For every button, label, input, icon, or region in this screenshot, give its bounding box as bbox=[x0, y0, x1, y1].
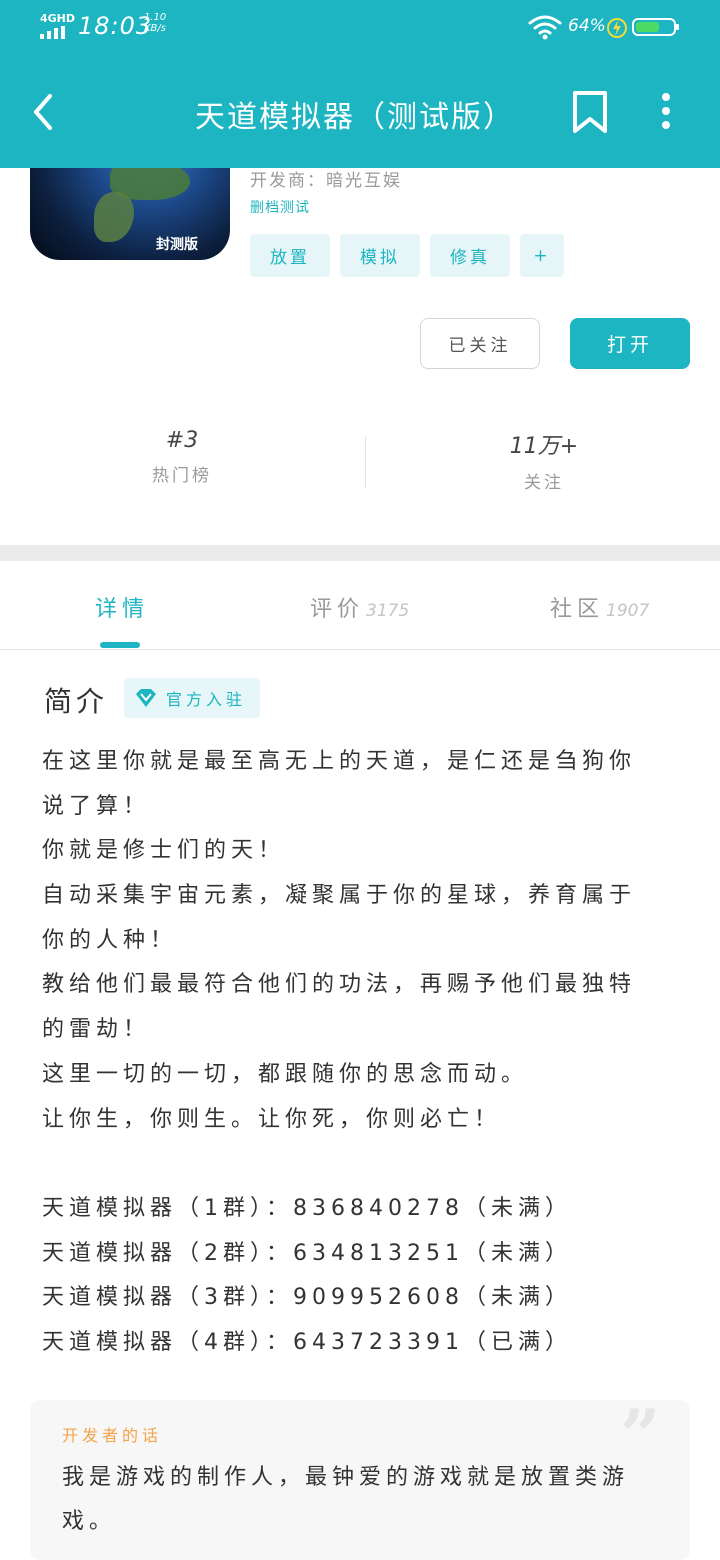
tab-community[interactable]: 社区 1907 bbox=[550, 591, 649, 623]
description-line: 的雷劫！ bbox=[42, 1017, 151, 1043]
description-line: 让你生，你则生。让你死，你则必亡！ bbox=[42, 1106, 502, 1132]
active-tab-indicator bbox=[100, 642, 140, 648]
section-divider bbox=[0, 545, 720, 561]
intro-heading: 简介 bbox=[44, 685, 109, 718]
developer-note-card: ” 开发者的话 我是游戏的制作人，最钟爱的游戏就是放置类游戏。 bbox=[30, 1394, 690, 1560]
battery-fill bbox=[636, 22, 660, 32]
description: 在这里你就是最至高无上的天道，是仁还是刍狗你 说了算！ 你就是修士们的天！ 自动… bbox=[42, 740, 672, 1366]
group-info-line: 天道模拟器（1群）：836840278（未满） bbox=[42, 1195, 572, 1221]
tag-idle[interactable]: 放置 bbox=[250, 234, 330, 277]
tab-community-label: 社区 bbox=[550, 597, 605, 622]
battery-percent: 64% bbox=[568, 16, 606, 36]
toolbar: 天道模拟器（测试版） bbox=[0, 56, 720, 168]
official-badge-label: 官方入驻 bbox=[166, 690, 247, 709]
app-header: 4GHD 18:03 1.10 KB/s 64% 天道模拟器（测试版） bbox=[0, 0, 720, 168]
planet-landmass bbox=[94, 192, 134, 242]
rank-value: #3 bbox=[165, 428, 199, 453]
status-time: 18:03 bbox=[78, 12, 153, 40]
description-line: 在这里你就是最至高无上的天道，是仁还是刍狗你 bbox=[42, 749, 637, 774]
description-line: 这里一切的一切，都跟随你的思念而动。 bbox=[42, 1061, 529, 1087]
diamond-icon bbox=[136, 689, 156, 707]
tag-cultivation[interactable]: 修真 bbox=[430, 234, 510, 277]
followers-value: 11万+ bbox=[509, 434, 579, 459]
description-line: 自动采集宇宙元素，凝聚属于你的星球，养育属于 bbox=[42, 883, 637, 909]
description-line: 你的人种！ bbox=[42, 927, 178, 953]
stats-divider bbox=[365, 436, 366, 488]
official-badge: 官方入驻 bbox=[124, 678, 260, 718]
icon-badge: 封测版 bbox=[156, 237, 198, 253]
tab-details-label: 详情 bbox=[95, 597, 150, 622]
tab-reviews-label: 评价 bbox=[310, 597, 365, 622]
developer-note-text: 我是游戏的制作人，最钟爱的游戏就是放置类游戏。 bbox=[62, 1465, 630, 1534]
description-line: 说了算！ bbox=[42, 793, 151, 819]
test-status-link[interactable]: 删档测试 bbox=[250, 197, 310, 217]
speed-value: 1.10 bbox=[144, 12, 167, 23]
group-info-line: 天道模拟器（2群）：634813251（未满） bbox=[42, 1240, 572, 1266]
followers-stat: 11万+ 关注 bbox=[444, 428, 644, 493]
more-tags-button[interactable]: + bbox=[520, 234, 564, 277]
description-line bbox=[42, 1142, 672, 1187]
charging-icon bbox=[607, 18, 627, 38]
developer-note-heading: 开发者的话 bbox=[62, 1426, 163, 1445]
battery-nub bbox=[676, 24, 679, 30]
rank-stat[interactable]: #3 热门榜 bbox=[82, 428, 282, 486]
tab-community-count: 1907 bbox=[606, 601, 650, 621]
network-type: 4GHD bbox=[40, 12, 76, 25]
follow-button[interactable]: 已关注 bbox=[420, 318, 540, 369]
stats-row: #3 热门榜 11万+ 关注 bbox=[0, 428, 720, 498]
description-line: 你就是修士们的天！ bbox=[42, 838, 286, 864]
signal-icon bbox=[40, 26, 65, 39]
page-title: 天道模拟器（测试版） bbox=[195, 100, 515, 135]
description-line: 教给他们最最符合他们的功法，再赐予他们最独特 bbox=[42, 972, 637, 998]
tag-simulation[interactable]: 模拟 bbox=[340, 234, 420, 277]
network-speed: 1.10 KB/s bbox=[144, 12, 166, 34]
rank-label: 热门榜 bbox=[152, 466, 212, 486]
developer-name: 开发商：暗光互娱 bbox=[250, 171, 402, 191]
bookmark-icon[interactable] bbox=[570, 90, 610, 134]
more-options-icon[interactable] bbox=[656, 92, 676, 132]
wifi-icon bbox=[528, 15, 562, 40]
tab-reviews[interactable]: 评价 3175 bbox=[310, 591, 409, 623]
tab-reviews-count: 3175 bbox=[366, 601, 410, 621]
tab-details[interactable]: 详情 bbox=[95, 591, 149, 623]
tag-list: 放置 模拟 修真 + bbox=[250, 234, 564, 277]
group-info-line: 天道模拟器（4群）：643723391（已满） bbox=[42, 1329, 572, 1355]
speed-unit: KB/s bbox=[144, 23, 166, 34]
status-bar: 4GHD 18:03 1.10 KB/s 64% bbox=[0, 0, 720, 56]
back-arrow-icon[interactable] bbox=[28, 92, 58, 132]
followers-label: 关注 bbox=[524, 473, 564, 493]
open-button[interactable]: 打开 bbox=[570, 318, 690, 369]
group-info-line: 天道模拟器（3群）：909952608（未满） bbox=[42, 1285, 572, 1311]
tab-bar: 详情 评价 3175 社区 1907 bbox=[0, 561, 720, 650]
battery-icon bbox=[632, 18, 679, 36]
